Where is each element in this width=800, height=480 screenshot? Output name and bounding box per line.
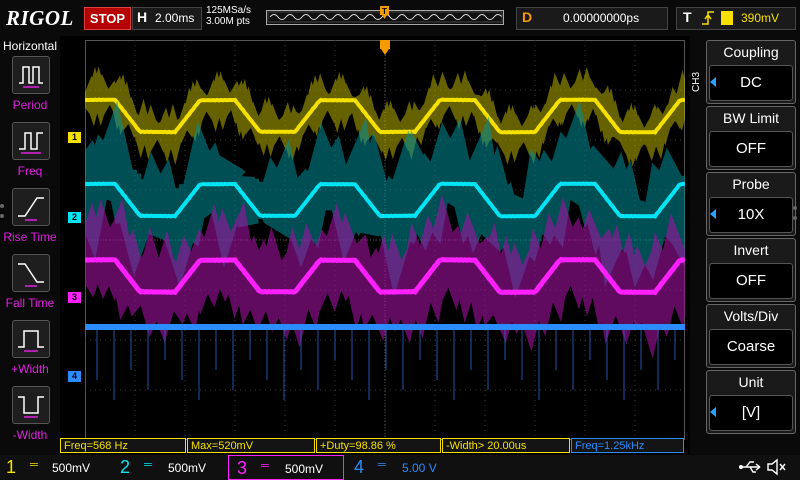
delay-box[interactable]: D 0.00000000ps <box>516 7 668 30</box>
page-dot-icon <box>0 204 4 208</box>
page-dot-icon <box>0 214 4 218</box>
horizontal-label: H <box>137 9 148 25</box>
coupling-label: Coupling <box>723 44 779 60</box>
trigger-label: T <box>683 9 692 25</box>
arrow-left-icon <box>710 77 716 87</box>
ch1-status[interactable]: 1 ═ 500mV <box>0 455 112 480</box>
dc-coupling-icon: ═ <box>30 459 38 471</box>
page-dot-icon <box>793 216 797 220</box>
ch1-scale: 500mV <box>52 461 91 475</box>
measure-rise-time[interactable]: Rise Time <box>0 188 60 254</box>
trigger-source-badge <box>721 11 733 25</box>
ch2-status[interactable]: 2 ═ 500mV <box>114 455 226 480</box>
ch4-scale: 5.00 V <box>402 461 437 475</box>
measure-freq[interactable]: Freq <box>0 122 60 188</box>
menu-title: Horizontal <box>2 39 58 53</box>
period-label: Period <box>12 98 48 112</box>
run-stop-indicator[interactable]: STOP <box>84 7 131 30</box>
unit-label: Unit <box>738 374 764 390</box>
trigger-level: 390mV <box>741 11 780 25</box>
svg-text:T: T <box>382 7 387 16</box>
invert-value: OFF <box>709 263 793 299</box>
ch2-number: 2 <box>120 457 131 477</box>
sample-rate: 125MSa/s <box>206 5 252 16</box>
frequency-icon <box>12 122 50 160</box>
positive-width-icon <box>12 320 50 358</box>
timebase-box[interactable]: H 2.00ms <box>132 7 202 30</box>
memory-position-bar[interactable]: T <box>266 6 504 28</box>
ch4-status[interactable]: 4 ═ 5.00 V <box>348 455 460 480</box>
fall-time-icon <box>12 254 50 292</box>
ch3-scale: 500mV <box>285 462 324 476</box>
rigol-logo: RIGOL <box>6 6 74 30</box>
measurement-duty-ch1[interactable]: +Duty=98.86 % <box>316 438 441 453</box>
ch3-status[interactable]: 3 ═ 500mV <box>228 455 344 480</box>
top-status-bar: RIGOL STOP H 2.00ms 125MSa/s 3.00M pts T… <box>0 0 800 36</box>
ch2-scale: 500mV <box>168 461 207 475</box>
usb-icon <box>739 461 761 473</box>
dc-coupling-icon: ═ <box>261 460 269 472</box>
probe-menu-item[interactable]: Probe 10X <box>706 172 796 236</box>
ch2-ground-marker[interactable]: 2 <box>68 212 81 223</box>
rise-time-label: Rise Time <box>3 230 57 244</box>
ch4-ground-marker[interactable]: 4 <box>68 371 81 382</box>
probe-value: 10X <box>709 197 793 233</box>
ch1-number: 1 <box>6 457 17 477</box>
unit-menu-item[interactable]: Unit [V] <box>706 370 796 434</box>
ch4-number: 4 <box>354 457 365 477</box>
arrow-left-icon <box>710 407 716 417</box>
measurement-freq-ch4[interactable]: Freq=1.25kHz <box>571 438 684 453</box>
ch4-trace <box>85 324 685 330</box>
fall-time-label: Fall Time <box>5 296 55 310</box>
dc-coupling-icon: ═ <box>378 459 386 471</box>
timebase-value: 2.00ms <box>155 11 195 25</box>
ch3-number: 3 <box>237 458 248 478</box>
bw-limit-menu-item[interactable]: BW Limit OFF <box>706 106 796 170</box>
waveforms <box>85 66 685 400</box>
delay-value: 0.00000000ps <box>563 11 640 25</box>
coupling-value: DC <box>709 65 793 101</box>
invert-menu-item[interactable]: Invert OFF <box>706 238 796 302</box>
page-dot-icon <box>793 206 797 210</box>
rising-edge-icon <box>701 8 715 32</box>
memory-depth: 3.00M pts <box>206 16 250 27</box>
channel-tag: CH3 <box>691 72 702 93</box>
measure-fall-time[interactable]: Fall Time <box>0 254 60 320</box>
volts-div-label: Volts/Div <box>723 308 779 324</box>
measurement-neg-width-ch1[interactable]: -Width> 20.00us <box>442 438 570 453</box>
bw-limit-label: BW Limit <box>723 110 779 126</box>
waveform-display[interactable] <box>85 40 685 440</box>
negative-width-label: -Width <box>12 428 48 442</box>
dc-coupling-icon: ═ <box>144 459 152 471</box>
delay-label: D <box>522 9 533 25</box>
coupling-menu-item[interactable]: Coupling DC <box>706 40 796 104</box>
ch1-ground-marker[interactable]: 1 <box>68 132 81 143</box>
speaker-icon[interactable] <box>766 457 788 477</box>
trigger-box[interactable]: T 390mV <box>676 7 796 30</box>
measure-positive-width[interactable]: +Width <box>0 320 60 386</box>
measurement-max-ch1[interactable]: Max=520mV <box>187 438 315 453</box>
horizontal-measure-menu: Horizontal Period Freq Rise Time Fall Ti… <box>0 36 60 456</box>
trigger-position-icon <box>380 40 390 55</box>
unit-value: [V] <box>709 395 793 431</box>
rise-time-icon <box>12 188 50 226</box>
freq-label: Freq <box>17 164 43 178</box>
ch2-noise-band <box>85 100 685 299</box>
measure-negative-width[interactable]: -Width <box>0 386 60 452</box>
invert-label: Invert <box>733 242 769 258</box>
period-icon <box>12 56 50 94</box>
positive-width-label: +Width <box>11 362 49 376</box>
arrow-left-icon <box>710 209 716 219</box>
volts-div-menu-item[interactable]: Volts/Div Coarse <box>706 304 796 368</box>
negative-width-icon <box>12 386 50 424</box>
ch3-ground-marker[interactable]: 3 <box>68 292 81 303</box>
volts-div-value: Coarse <box>709 329 793 365</box>
probe-label: Probe <box>732 176 770 192</box>
measure-period[interactable]: Period <box>0 56 60 122</box>
bw-limit-value: OFF <box>709 131 793 167</box>
measurement-freq-ch1[interactable]: Freq=568 Hz <box>60 438 186 453</box>
acquisition-info: 125MSa/s 3.00M pts <box>206 5 251 27</box>
